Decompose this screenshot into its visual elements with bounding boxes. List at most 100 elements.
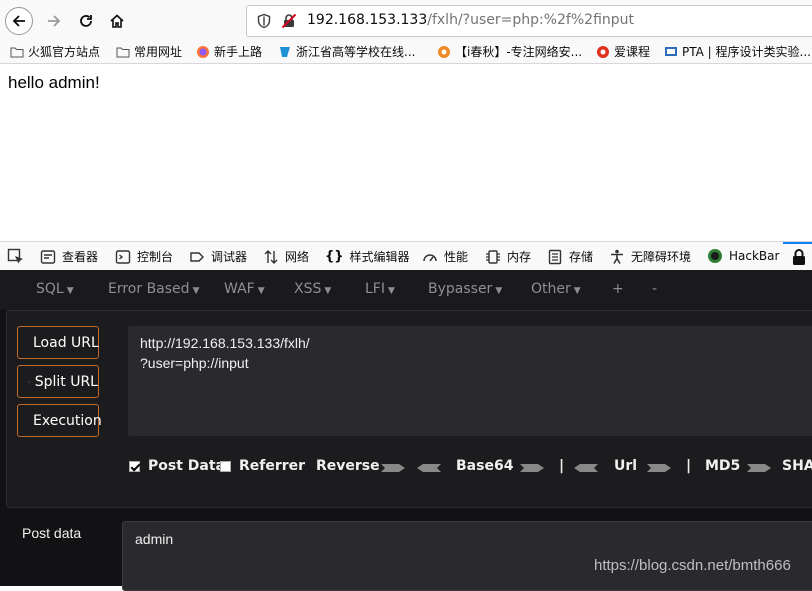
tab-debugger[interactable]: 调试器: [189, 248, 247, 265]
load-url-button[interactable]: Load URL: [17, 326, 99, 359]
inspector-icon: [40, 249, 56, 264]
storage-icon: [548, 249, 562, 264]
md5-text: MD5: [705, 458, 741, 474]
referrer-label: Referrer: [239, 458, 306, 474]
execute-button[interactable]: Execution: [17, 404, 102, 437]
bookmark-item[interactable]: 爱课程: [596, 43, 650, 60]
home-icon: [110, 14, 124, 28]
right-arrow-icon[interactable]: [520, 463, 544, 473]
menu-label: Other: [531, 281, 571, 297]
active-tab-indicator: [783, 242, 812, 244]
right-arrow-icon[interactable]: [747, 463, 771, 473]
bookmark-item[interactable]: 浙江省高等学校在线...: [278, 43, 415, 60]
tab-network[interactable]: 网络: [263, 248, 309, 265]
referrer-checkbox[interactable]: [220, 460, 231, 472]
bookmark-item[interactable]: PTA | 程序设计类实验...: [664, 43, 811, 60]
forward-button[interactable]: [40, 7, 68, 35]
bookmark-label: 常用网址: [134, 45, 183, 59]
url-host: 192.168.153.133: [307, 12, 428, 28]
tab-memory[interactable]: 内存: [485, 248, 531, 265]
url-encode-text: Url: [614, 458, 638, 474]
url-path: /fxlh/?user=php:%2f%2finput: [427, 12, 635, 28]
performance-icon: [423, 253, 437, 261]
tab-console[interactable]: 控制台: [115, 248, 173, 265]
tab-label: 存储: [569, 250, 594, 264]
separator: |: [686, 458, 692, 474]
bookmark-label: 【i春秋】-专注网络安...: [455, 45, 583, 59]
insecure-lock-icon[interactable]: [281, 13, 297, 29]
post-data-toggle[interactable]: Post Data: [129, 458, 225, 474]
tab-storage[interactable]: 存储: [547, 248, 593, 265]
tab-label: 内存: [507, 250, 532, 264]
split-url-button[interactable]: Split URL: [17, 365, 99, 398]
home-button[interactable]: [103, 7, 131, 35]
bookmark-item[interactable]: 火狐官方站点: [10, 43, 100, 60]
accessibility-icon: [611, 249, 623, 264]
tab-performance[interactable]: 性能: [422, 248, 468, 265]
chevron-down-icon: ▼: [387, 286, 395, 296]
right-arrow-icon[interactable]: [647, 463, 671, 473]
bookmark-label: 新手上路: [214, 45, 263, 59]
url-bar[interactable]: 192.168.153.133/fxlh/?user=php:%2f%2finp…: [246, 5, 812, 37]
element-picker-button[interactable]: [7, 248, 25, 266]
reverse-button[interactable]: Reverse: [316, 458, 380, 474]
right-arrow-icon[interactable]: [381, 463, 405, 473]
navigation-bar: 192.168.153.133/fxlh/?user=php:%2f%2finp…: [0, 0, 812, 40]
hackbar-main-panel: Load URL Split URL Execution http://192.…: [6, 310, 812, 508]
add-tab-button[interactable]: +: [612, 281, 624, 297]
split-url-label: Split URL: [34, 373, 98, 390]
left-arrow-icon[interactable]: [574, 463, 598, 473]
menu-other[interactable]: Other ▼: [531, 281, 581, 297]
post-data-checkbox[interactable]: [129, 460, 140, 472]
menu-label: WAF: [224, 281, 255, 297]
tab-inspector[interactable]: 查看器: [40, 248, 98, 265]
bookmark-item[interactable]: 新手上路: [196, 43, 262, 60]
folder-icon: [116, 47, 130, 57]
url-textarea[interactable]: http://192.168.153.133/fxlh/ ?user=php:/…: [128, 326, 812, 436]
ichunqiu-icon: [438, 45, 450, 58]
load-url-label: Load URL: [33, 334, 99, 351]
tab-overflow[interactable]: [790, 248, 808, 266]
chevron-down-icon: ▼: [573, 286, 581, 296]
sha-label: SHA1: [782, 458, 812, 474]
menu-error-based[interactable]: Error Based ▼: [108, 281, 199, 297]
tab-hackbar[interactable]: HackBar: [707, 248, 779, 264]
bookmark-item[interactable]: 常用网址: [116, 43, 182, 60]
menu-waf[interactable]: WAF ▼: [224, 281, 265, 297]
execute-label: Execution: [33, 412, 102, 429]
menu-label: Bypasser: [428, 281, 493, 297]
tab-label: HackBar: [729, 249, 780, 263]
reload-button[interactable]: [72, 7, 100, 35]
hackbar-panel: SQL ▼ Error Based ▼ WAF ▼ XSS ▼ LFI ▼ Bypasse…: [0, 270, 812, 591]
post-data-textarea[interactable]: admin: [122, 521, 812, 591]
options-row: Post Data Referrer Reverse Base64 | Url …: [7, 451, 812, 481]
reverse-label: Reverse: [316, 458, 380, 474]
menu-lfi[interactable]: LFI ▼: [365, 281, 395, 297]
page-content: hello admin!: [0, 65, 812, 241]
sha-text: SHA1: [782, 458, 812, 474]
menu-sql[interactable]: SQL ▼: [36, 281, 74, 297]
tab-label: 样式编辑器: [349, 250, 410, 264]
base64-label: Base64: [456, 458, 513, 474]
back-button[interactable]: [5, 7, 33, 35]
tracking-shield-icon[interactable]: [256, 13, 272, 29]
greeting-text: hello admin!: [8, 73, 100, 92]
referrer-toggle[interactable]: Referrer: [220, 458, 305, 474]
bookmark-item[interactable]: 【i春秋】-专注网络安...: [437, 43, 582, 60]
chevron-down-icon: ▼: [257, 286, 265, 296]
hackbar-icon: [708, 249, 722, 263]
tab-label: 查看器: [62, 250, 99, 264]
menu-bypasser[interactable]: Bypasser ▼: [428, 281, 502, 297]
remove-tab-button[interactable]: -: [652, 281, 657, 297]
url-text[interactable]: 192.168.153.133/fxlh/?user=php:%2f%2finp…: [307, 12, 634, 28]
reload-icon: [80, 15, 92, 27]
tab-label: 控制台: [137, 250, 174, 264]
left-arrow-icon[interactable]: [417, 463, 441, 473]
tab-style-editor[interactable]: {} 样式编辑器: [325, 248, 410, 265]
bookmark-label: 浙江省高等学校在线...: [296, 45, 416, 59]
console-icon: [115, 249, 131, 264]
tab-label: 调试器: [211, 250, 248, 264]
bookmark-label: 爱课程: [614, 45, 651, 59]
tab-accessibility[interactable]: 无障碍环境: [609, 248, 691, 265]
menu-xss[interactable]: XSS ▼: [294, 281, 331, 297]
